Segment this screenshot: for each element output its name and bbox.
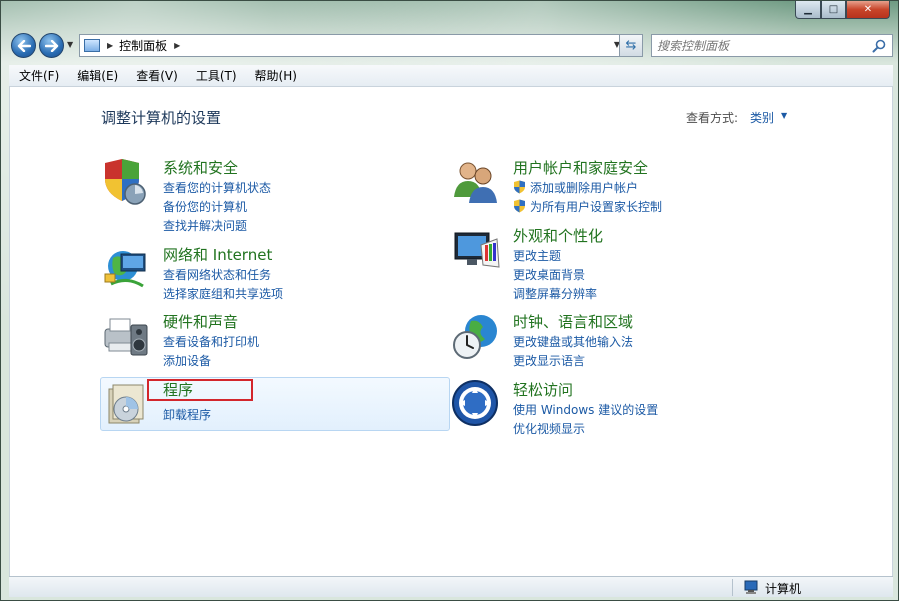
link-text: 添加或删除用户帐户 (530, 181, 639, 195)
uac-shield-icon (514, 199, 525, 213)
category-link[interactable]: 查看设备和打印机 (163, 333, 259, 350)
close-button[interactable]: ✕ (846, 1, 890, 19)
menu-help[interactable]: 帮助(H) (245, 67, 305, 84)
navigation-bar: ▼ ▶ 控制面板 ▶ ▼ ⇆ (9, 31, 893, 59)
search-box[interactable] (651, 34, 893, 57)
view-by-label: 查看方式: (686, 111, 739, 125)
category-link[interactable]: 更改键盘或其他输入法 (513, 333, 633, 350)
status-divider (732, 579, 733, 596)
category-link[interactable]: 调整屏幕分辨率 (513, 285, 597, 302)
network-globe-icon (104, 251, 146, 288)
category-link[interactable]: 更改主题 (513, 247, 561, 264)
recent-pages-dropdown[interactable]: ▼ (67, 40, 73, 49)
category-title[interactable]: 网络和 Internet (163, 244, 272, 265)
users-icon (454, 162, 497, 203)
category-link[interactable]: 添加或删除用户帐户 (513, 179, 638, 196)
control-panel-icon (84, 39, 100, 52)
category-title[interactable]: 程序 (163, 379, 193, 400)
computer-icon (744, 580, 758, 594)
category-link[interactable]: 更改显示语言 (513, 352, 585, 369)
category-title[interactable]: 系统和安全 (163, 157, 238, 178)
chevron-down-icon[interactable]: ▼ (781, 111, 787, 120)
breadcrumb-control-panel[interactable]: 控制面板 (119, 37, 167, 54)
back-arrow-icon (17, 39, 31, 52)
category-link[interactable]: 查看网络状态和任务 (163, 266, 271, 283)
breadcrumb-separator-icon[interactable]: ▶ (174, 41, 180, 50)
category-title[interactable]: 时钟、语言和区域 (513, 311, 633, 332)
category-title[interactable]: 轻松访问 (513, 379, 573, 400)
forward-button[interactable] (39, 33, 64, 58)
search-input[interactable] (657, 38, 862, 53)
breadcrumb-separator-icon[interactable]: ▶ (107, 41, 113, 50)
category-link[interactable]: 优化视频显示 (513, 420, 585, 437)
status-bar: 计算机 (9, 576, 893, 597)
menu-tools[interactable]: 工具(T) (186, 67, 245, 84)
link-text: 为所有用户设置家长控制 (530, 200, 663, 214)
main-content: 调整计算机的设置 查看方式: 类别 ▼ 系统和安全 查看您的计算机状态 备份您的… (9, 87, 893, 576)
category-link[interactable]: 使用 Windows 建议的设置 (513, 401, 658, 418)
view-by-dropdown[interactable]: 类别 (750, 109, 774, 126)
category-link[interactable]: 选择家庭组和共享选项 (163, 285, 283, 302)
window-controls: ▁ □ ✕ (795, 1, 890, 19)
printer-speaker-icon (104, 318, 148, 356)
forward-arrow-icon (44, 39, 58, 52)
category-link[interactable]: 查找并解决问题 (163, 217, 247, 234)
back-button[interactable] (11, 33, 36, 58)
menu-edit[interactable]: 编辑(E) (67, 67, 126, 84)
category-link[interactable]: 备份您的计算机 (163, 198, 247, 215)
category-link[interactable]: 添加设备 (163, 352, 211, 369)
category-link[interactable]: 为所有用户设置家长控制 (513, 198, 662, 215)
clock-globe-icon (453, 315, 497, 359)
refresh-icon: ⇆ (625, 38, 637, 53)
category-link[interactable]: 卸载程序 (163, 406, 211, 423)
programs-disc-icon (108, 384, 144, 424)
refresh-button[interactable]: ⇆ (619, 34, 643, 57)
uac-shield-icon (514, 180, 525, 194)
search-icon[interactable] (872, 39, 886, 53)
menu-file[interactable]: 文件(F) (9, 67, 67, 84)
ease-of-access-icon (452, 380, 498, 426)
control-panel-window: ▁ □ ✕ ▼ ▶ 控制面板 ▶ ▼ ⇆ 文件(F) (0, 0, 899, 601)
status-text: 计算机 (765, 582, 802, 596)
minimize-button[interactable]: ▁ (795, 1, 821, 19)
page-title: 调整计算机的设置 (101, 109, 222, 127)
menu-view[interactable]: 查看(V) (126, 67, 186, 84)
maximize-button[interactable]: □ (821, 1, 846, 19)
monitor-palette-icon (454, 232, 500, 268)
menu-bar: 文件(F) 编辑(E) 查看(V) 工具(T) 帮助(H) (9, 65, 893, 87)
category-link[interactable]: 更改桌面背景 (513, 266, 585, 283)
category-title[interactable]: 硬件和声音 (163, 311, 238, 332)
shield-security-icon (105, 159, 146, 205)
category-link[interactable]: 查看您的计算机状态 (163, 179, 271, 196)
category-title[interactable]: 外观和个性化 (513, 225, 603, 246)
address-bar[interactable]: ▶ 控制面板 ▶ ▼ (79, 34, 627, 57)
category-title[interactable]: 用户帐户和家庭安全 (513, 157, 648, 178)
